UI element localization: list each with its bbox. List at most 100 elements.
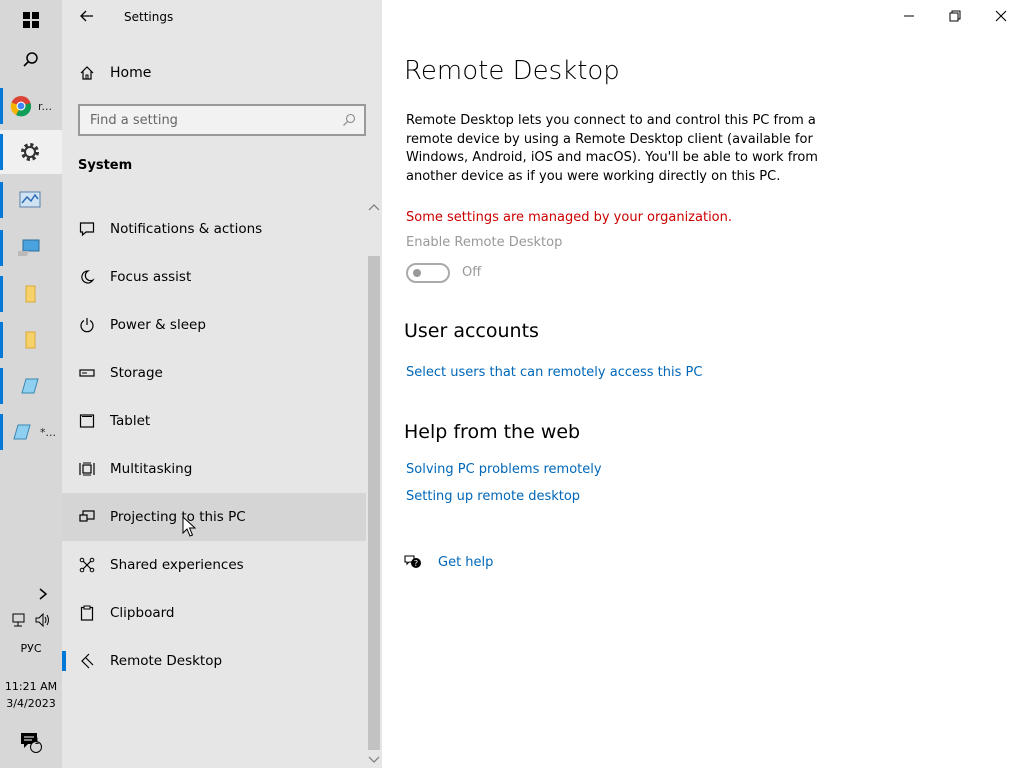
clock-date[interactable]: 3/4/2023 [0,697,62,710]
taskbar: r... *... РУС 11:21 AM 3/4/2023 1 [0,0,62,768]
search-button[interactable] [0,40,62,80]
projecting-icon [78,508,96,526]
gear-icon [21,143,39,161]
nav-item-projecting[interactable]: Projecting to this PC [62,493,366,541]
remote-desktop-description: Remote Desktop lets you connect to and c… [406,113,818,184]
minimize-button[interactable] [886,0,932,32]
start-button[interactable] [0,0,62,40]
running-indicator [0,134,3,170]
svg-text:?: ? [414,559,418,568]
enable-remote-desktop-label: Enable Remote Desktop [406,235,563,250]
remote-desktop-icon [78,652,96,670]
nav-home-label: Home [110,65,152,81]
get-help-row[interactable]: ? Get help [404,554,493,570]
system-tray [0,602,62,638]
window-title: Settings [124,10,174,24]
running-indicator [0,88,3,124]
nav-item-label: Notifications & actions [110,221,263,237]
find-setting-search [78,104,366,136]
search-icon[interactable] [342,113,356,127]
nav-section-heading: System [78,158,133,173]
running-indicator [0,322,3,358]
minimize-icon [904,15,914,17]
moon-icon [78,268,96,286]
running-indicator [0,414,3,450]
folder-icon [25,331,36,349]
nav-item-focus-assist[interactable]: Focus assist [62,253,366,301]
nav-scrollbar-thumb[interactable] [368,256,380,750]
notification-count-badge: 1 [34,737,40,747]
tablet-icon [78,412,96,430]
chevron-up-icon [368,204,380,211]
taskbar-app-label: *... [40,425,56,439]
chevron-right-icon [39,588,48,600]
nav-item-power-sleep[interactable]: Power & sleep [62,301,366,349]
nav-home[interactable]: Home [62,56,366,90]
taskbar-app-control-panel[interactable] [0,178,62,222]
nav-item-tablet[interactable]: Tablet [62,397,366,445]
nav-item-label: Projecting to this PC [110,509,246,525]
toggle-state-label: Off [462,265,482,280]
language-indicator[interactable]: РУС [0,642,62,655]
nav-item-shared-experiences[interactable]: Shared experiences [62,541,366,589]
help-link-solving-problems[interactable]: Solving PC problems remotely [406,462,602,477]
storage-icon [78,364,96,382]
home-icon [78,64,96,82]
power-icon [78,316,96,334]
nav-item-clipboard[interactable]: Clipboard [62,589,366,637]
nav-item-notifications[interactable]: Notifications & actions [62,205,366,253]
taskbar-app-label: r... [38,99,53,113]
nav-item-multitasking[interactable]: Multitasking [62,445,366,493]
nav-item-label: Tablet [110,413,151,429]
back-button[interactable] [74,2,100,30]
action-center-button[interactable]: 1 [0,724,62,760]
scroll-down-arrow[interactable] [368,754,380,768]
notepad-icon [13,424,31,440]
help-link-setting-up[interactable]: Setting up remote desktop [406,489,580,504]
close-icon [995,10,1007,22]
network-icon[interactable] [11,612,29,628]
control-panel-icon [19,191,41,208]
enable-remote-desktop-toggle[interactable] [406,263,450,283]
clipboard-icon [78,604,96,622]
taskbar-app-folder[interactable] [0,272,62,316]
select-users-link[interactable]: Select users that can remotely access th… [406,365,702,380]
windows-logo-icon [23,12,39,28]
taskbar-app-notepad[interactable] [0,364,62,408]
close-button[interactable] [978,0,1024,32]
nav-item-label: Storage [110,365,163,381]
taskbar-app-notepad-2[interactable]: *... [0,410,62,454]
nav-item-storage[interactable]: Storage [62,349,366,397]
volume-icon[interactable] [34,612,52,628]
user-accounts-heading: User accounts [404,320,539,342]
notification-icon [78,220,96,238]
mouse-cursor-icon [182,516,196,537]
taskbar-app-settings[interactable] [0,130,62,174]
scroll-up-arrow[interactable] [368,202,380,217]
nav-item-remote-desktop[interactable]: Remote Desktop [62,637,366,685]
get-help-link[interactable]: Get help [438,555,493,570]
managed-by-organization-notice: Some settings are managed by your organi… [406,210,733,225]
notepad-icon [21,378,39,394]
restore-icon [949,10,961,22]
nav-item-label: Power & sleep [110,317,206,333]
back-arrow-icon [80,10,93,22]
shared-experiences-icon [78,556,96,574]
running-indicator [0,276,3,312]
multitasking-icon [78,460,96,478]
selected-indicator [62,651,66,671]
taskbar-app-folder-2[interactable] [0,318,62,362]
nav-item-label: Focus assist [110,269,192,285]
clock-time[interactable]: 11:21 AM [0,680,62,693]
taskbar-app-chrome[interactable]: r... [0,84,62,128]
search-input[interactable] [90,112,342,128]
computer-icon [18,239,40,256]
running-indicator [0,230,3,266]
folder-icon [25,285,36,303]
help-from-web-heading: Help from the web [404,421,581,443]
nav-item-label: Remote Desktop [110,653,223,669]
running-indicator [0,182,3,218]
taskbar-app-computer[interactable] [0,226,62,270]
restore-button[interactable] [932,0,978,32]
nav-item-label: Clipboard [110,605,175,621]
